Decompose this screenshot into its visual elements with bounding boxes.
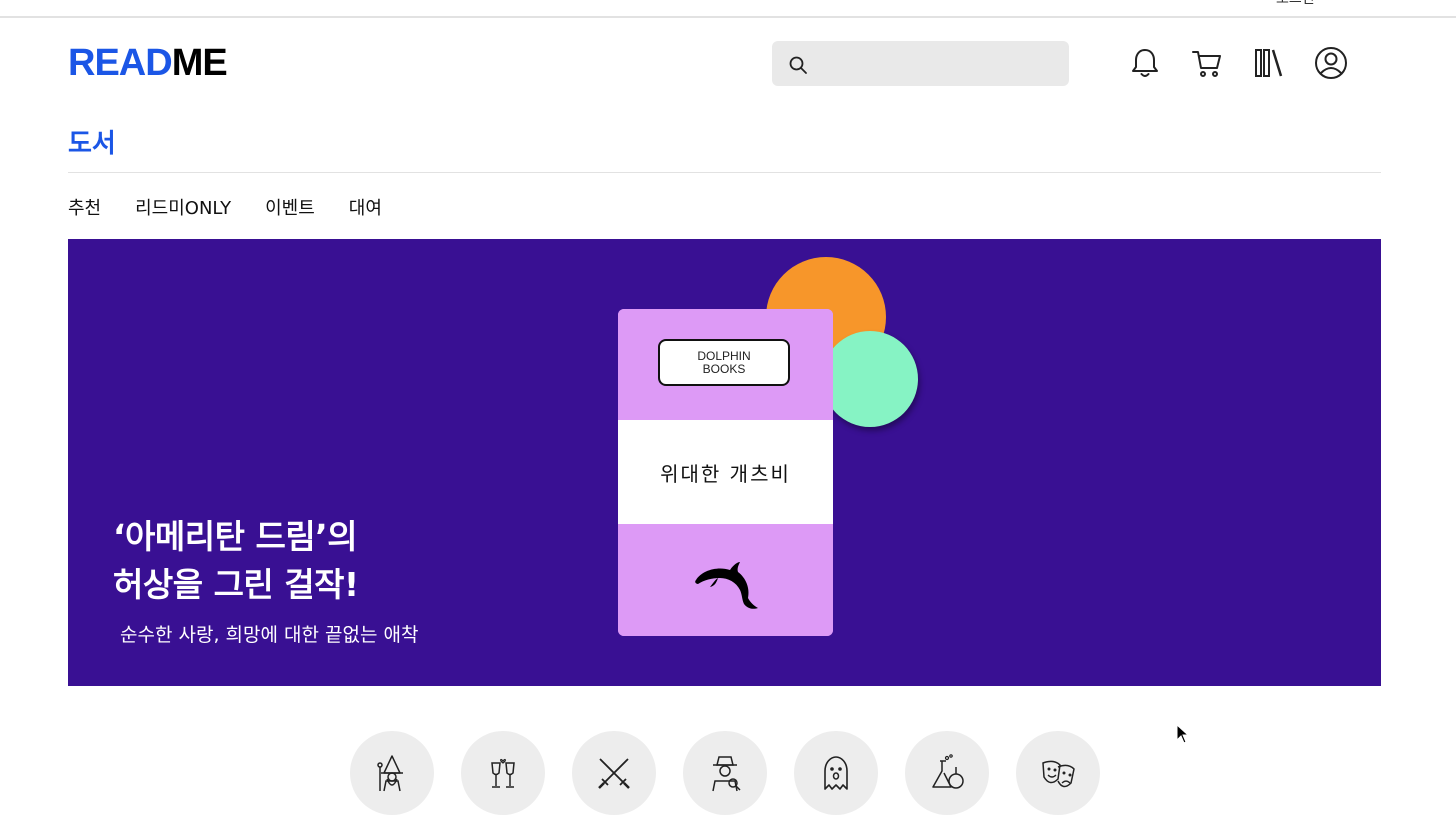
genre-action-button[interactable] — [572, 731, 656, 815]
profile-button[interactable] — [1314, 46, 1348, 80]
top-strip: 로그인 — [0, 0, 1456, 18]
cart-button[interactable] — [1190, 46, 1224, 80]
publisher-label: DOLPHIN BOOKS — [658, 339, 790, 386]
genre-fantasy-button[interactable] — [350, 731, 434, 815]
readme-logo[interactable]: README — [68, 40, 228, 86]
book-cover: DOLPHIN BOOKS 위대한 개츠비 — [618, 309, 833, 636]
dolphin-icon — [695, 562, 758, 609]
banner-subtitle: 순수한 사랑, 희망에 대한 끝없는 애착 — [120, 624, 419, 646]
mouse-cursor-icon — [1176, 724, 1190, 744]
theater-masks-icon — [1042, 760, 1075, 788]
search-icon — [789, 56, 807, 74]
publisher-line-2: BOOKS — [702, 361, 746, 376]
decorative-mint-circle — [822, 331, 918, 427]
tab-recommend[interactable]: 추천 — [68, 194, 101, 220]
genre-science-button[interactable] — [905, 731, 989, 815]
cart-icon — [1192, 51, 1221, 77]
bell-icon — [1132, 49, 1158, 77]
notification-button[interactable] — [1128, 46, 1162, 80]
tab-rental[interactable]: 대여 — [349, 194, 382, 220]
book-cover-bottom — [618, 524, 833, 636]
book-cover-top: DOLPHIN BOOKS — [618, 309, 833, 420]
detective-icon — [712, 756, 741, 792]
genre-mystery-button[interactable] — [683, 731, 767, 815]
category-tabs: 추천 리드미ONLY 이벤트 대여 — [68, 194, 416, 220]
wizard-icon — [377, 755, 403, 792]
genre-horror-button[interactable] — [794, 731, 878, 815]
banner-headline: ‘아메리탄 드림’의 허상을 그린 걸작! — [113, 513, 359, 609]
tab-event[interactable]: 이벤트 — [265, 194, 315, 220]
crossed-swords-icon — [598, 758, 630, 789]
genre-romance-button[interactable] — [461, 731, 545, 815]
science-flask-icon — [932, 754, 964, 789]
page-title: 도서 — [68, 129, 116, 159]
promo-banner[interactable]: DOLPHIN BOOKS 위대한 개츠비 ‘아메리탄 드림’의 허상을 그린 … — [68, 239, 1381, 686]
search-input[interactable] — [816, 49, 1060, 79]
divider — [68, 172, 1381, 173]
publisher-line-1: DOLPHIN — [697, 348, 751, 363]
banner-headline-line-2: 허상을 그린 걸작! — [113, 565, 359, 604]
tab-readme-only[interactable]: 리드미ONLY — [135, 194, 231, 220]
ghost-icon — [824, 756, 848, 790]
genre-drama-button[interactable] — [1016, 731, 1100, 815]
login-link[interactable]: 로그인 — [1276, 0, 1315, 8]
logo-read: READ — [68, 42, 173, 84]
genre-row — [350, 731, 1127, 815]
logo-me: ME — [171, 42, 228, 84]
profile-icon — [1315, 47, 1347, 79]
banner-headline-line-1: ‘아메리탄 드림’의 — [113, 517, 358, 556]
search-bar[interactable] — [772, 41, 1069, 86]
library-button[interactable] — [1252, 46, 1286, 80]
toast-icon — [491, 758, 515, 788]
library-icon — [1255, 49, 1283, 77]
book-title: 위대한 개츠비 — [618, 420, 833, 524]
